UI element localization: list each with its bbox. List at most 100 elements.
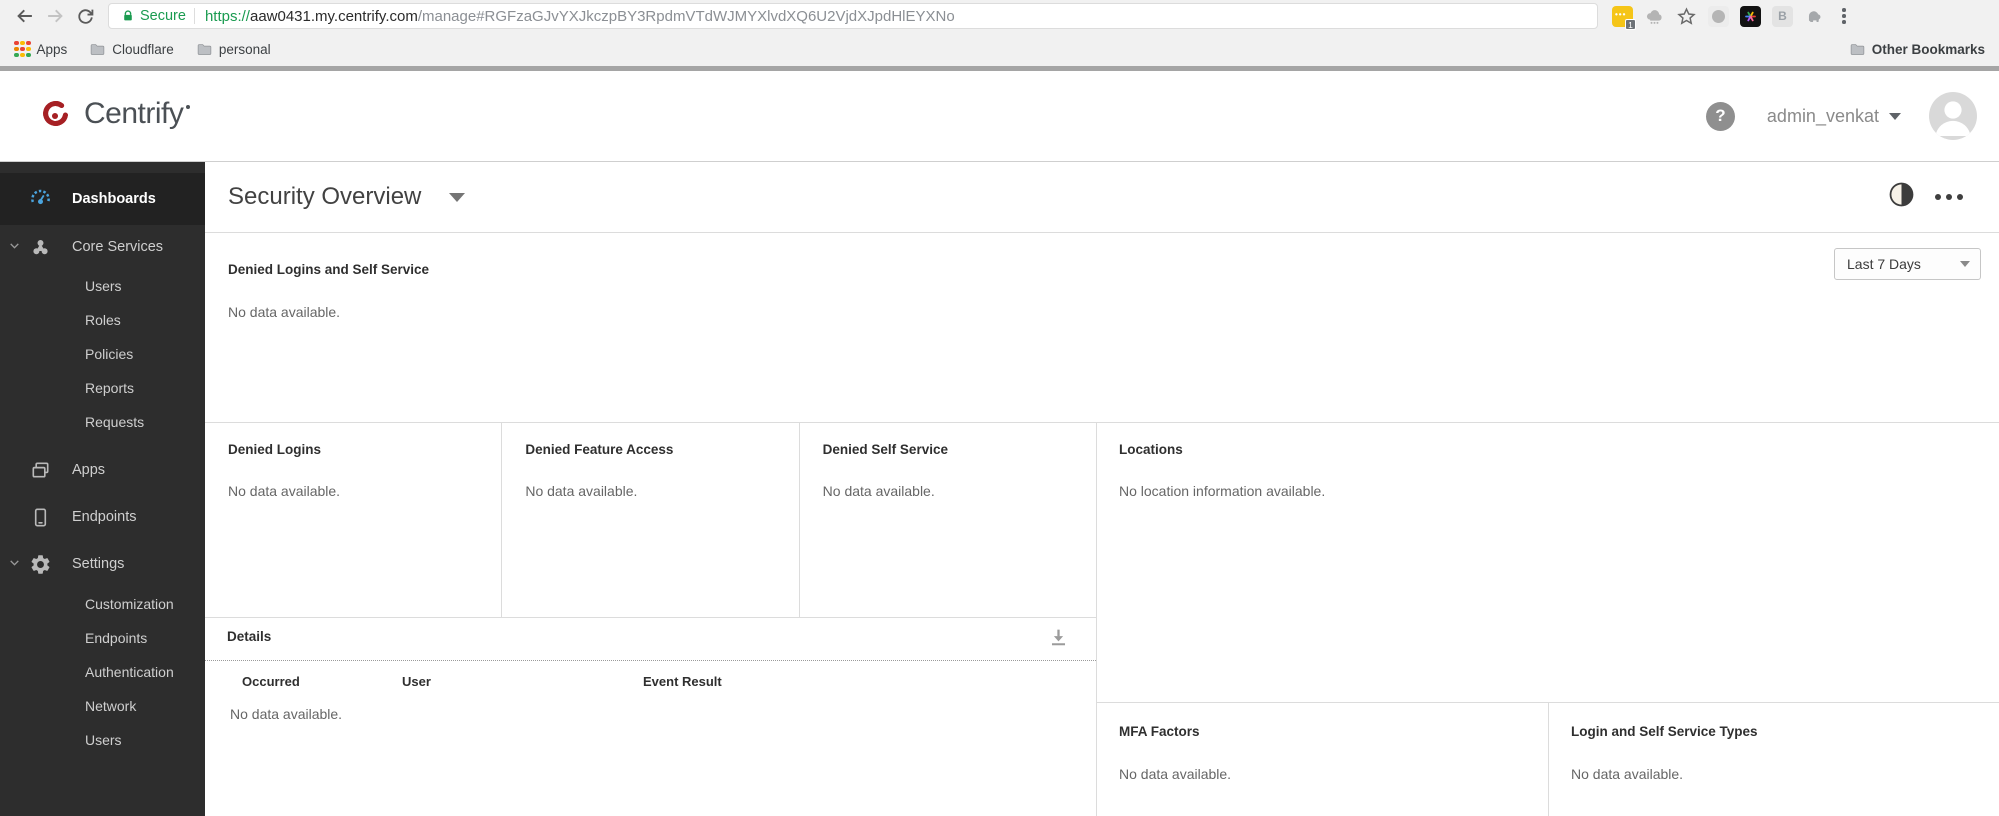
sidebar-item-settings-endpoints[interactable]: Endpoints (0, 621, 205, 655)
sidebar-item-authentication[interactable]: Authentication (0, 655, 205, 689)
sidebar: Dashboards Core Services Users Roles Pol… (0, 162, 205, 816)
panel-locations: Locations No location information availa… (1097, 423, 1999, 703)
ellipsis-dot (1945, 193, 1952, 201)
reload-button[interactable] (70, 2, 100, 30)
centrify-logo-icon (43, 101, 68, 126)
contrast-toggle-button[interactable] (1886, 179, 1917, 215)
folder-icon (1850, 43, 1864, 55)
url-text: https://aaw0431.my.centrify.com/manage#R… (205, 8, 955, 25)
yellow-extension-dots: ••• (1615, 9, 1627, 19)
empty-message: No data available. (230, 706, 343, 722)
extensions-row: ••• 1 B (1608, 5, 1856, 30)
sidebar-item-roles[interactable]: Roles (0, 303, 205, 337)
panel-title: Denied Logins and Self Service (228, 262, 430, 277)
sidebar-item-apps[interactable]: Apps (0, 447, 205, 493)
sidebar-item-customization[interactable]: Customization (0, 587, 205, 621)
download-icon (1051, 629, 1066, 646)
chevron-down-icon (1889, 112, 1901, 120)
sidebar-item-settings-users[interactable]: Users (0, 723, 205, 757)
sidebar-item-policies[interactable]: Policies (0, 337, 205, 371)
other-bookmarks-label: Other Bookmarks (1871, 41, 1985, 57)
panel-title: Denied Feature Access (525, 442, 674, 457)
sidebar-item-dashboards[interactable]: Dashboards (0, 173, 205, 225)
time-range-select[interactable]: Last 7 Days (1834, 248, 1981, 280)
chevron-down-icon[interactable] (8, 556, 21, 573)
bookmark-label: Cloudflare (112, 41, 174, 57)
panel-title: Details (227, 629, 272, 644)
sidebar-item-core-services[interactable]: Core Services (0, 225, 205, 269)
url-path: /manage#RGFzaGJvYXJkczpBY3RpdmVTdWJMYXlv… (417, 7, 955, 25)
white-extension-icon[interactable] (1708, 5, 1729, 27)
sidebar-sub-label: Customization (85, 596, 174, 612)
contrast-icon (1889, 182, 1913, 207)
help-button[interactable]: ? (1705, 101, 1735, 131)
avatar[interactable] (1929, 92, 1977, 140)
bookmark-label: Apps (36, 41, 68, 57)
forward-button[interactable] (40, 2, 70, 30)
centrify-logo[interactable]: Centrify (36, 97, 191, 135)
empty-message: No data available. (822, 483, 935, 499)
sidebar-sub-label: Policies (85, 346, 134, 362)
white-extension-glyph (1712, 9, 1725, 23)
time-range-value: Last 7 Days (1847, 256, 1921, 272)
sidebar-sub-label: Endpoints (85, 630, 148, 646)
panel-title: Denied Self Service (822, 442, 948, 457)
export-button[interactable] (1047, 626, 1070, 654)
sidebar-sub-label: Requests (85, 414, 145, 430)
empty-message: No data available. (228, 483, 341, 499)
folder-icon (91, 43, 105, 55)
details-header: Details (205, 628, 1096, 646)
empty-message: No data available. (1119, 766, 1232, 782)
sidebar-item-label: Dashboards (72, 191, 156, 207)
sidebar-item-label: Settings (72, 556, 125, 572)
dashboard-switcher-caret[interactable] (449, 192, 466, 202)
more-options-button[interactable] (1934, 193, 1963, 201)
sidebar-item-settings[interactable]: Settings (0, 541, 205, 587)
app-shell: Dashboards Core Services Users Roles Pol… (0, 162, 1999, 816)
user-menu[interactable]: admin_venkat (1767, 106, 1901, 127)
column-header-event-result: Event Result (643, 674, 722, 689)
select-caret-icon (1960, 261, 1970, 267)
yellow-extension-icon[interactable]: ••• 1 (1612, 5, 1636, 30)
star-icon (1677, 6, 1696, 25)
sidebar-sub-label: Reports (85, 380, 135, 396)
sidebar-sub-label: Authentication (85, 664, 174, 680)
right-column: Locations No location information availa… (1097, 423, 1999, 816)
sidebar-item-users[interactable]: Users (0, 269, 205, 303)
browser-menu-button[interactable] (1836, 8, 1852, 24)
bottom-panels-row: MFA Factors No data available. Login and… (1097, 703, 1999, 816)
denied-panels-row: Denied Logins No data available. Denied … (205, 423, 1096, 618)
sidebar-item-endpoints[interactable]: Endpoints (0, 493, 205, 541)
cloud-extension-icon[interactable] (1644, 6, 1665, 27)
other-bookmarks-button[interactable]: Other Bookmarks (1849, 41, 1985, 58)
empty-message: No data available. (525, 483, 638, 499)
bookmark-folder-personal[interactable]: personal (196, 41, 271, 58)
bookmark-star-icon[interactable] (1676, 6, 1697, 27)
main-content: Security Overview Denied Logins and Self… (205, 162, 1999, 816)
panel-title: Locations (1119, 442, 1183, 457)
omnibox-divider (193, 8, 195, 24)
panel-title: Denied Logins (228, 442, 322, 457)
dashboard-titlebar: Security Overview (205, 162, 1999, 233)
sidebar-item-reports[interactable]: Reports (0, 371, 205, 405)
back-button[interactable] (10, 2, 40, 30)
core-services-icon (28, 236, 52, 259)
bookmark-apps[interactable]: Apps (14, 40, 68, 58)
sidebar-item-network[interactable]: Network (0, 689, 205, 723)
panel-denied-self-service: Denied Self Service No data available. (798, 423, 1096, 617)
url-host: aaw0431.my.centrify.com (249, 7, 418, 25)
url-scheme: https:// (204, 7, 250, 25)
column-header-occurred: Occurred (242, 674, 300, 689)
left-column: Denied Logins No data available. Denied … (205, 423, 1097, 816)
b-extension-icon[interactable]: B (1772, 5, 1793, 27)
back-icon (17, 9, 32, 23)
sidebar-item-requests[interactable]: Requests (0, 405, 205, 439)
bookmark-folder-cloudflare[interactable]: Cloudflare (89, 41, 174, 58)
url-bar[interactable]: Secure https://aaw0431.my.centrify.com/m… (108, 3, 1598, 29)
smartphone-icon (28, 506, 52, 529)
pinwheel-extension-icon[interactable] (1740, 5, 1761, 27)
elephant-extension-icon[interactable] (1804, 6, 1825, 27)
chevron-down-icon[interactable] (8, 239, 21, 256)
panel-login-self-service-types: Login and Self Service Types No data ava… (1549, 703, 1999, 816)
browser-toolbar: Secure https://aaw0431.my.centrify.com/m… (0, 0, 1999, 32)
